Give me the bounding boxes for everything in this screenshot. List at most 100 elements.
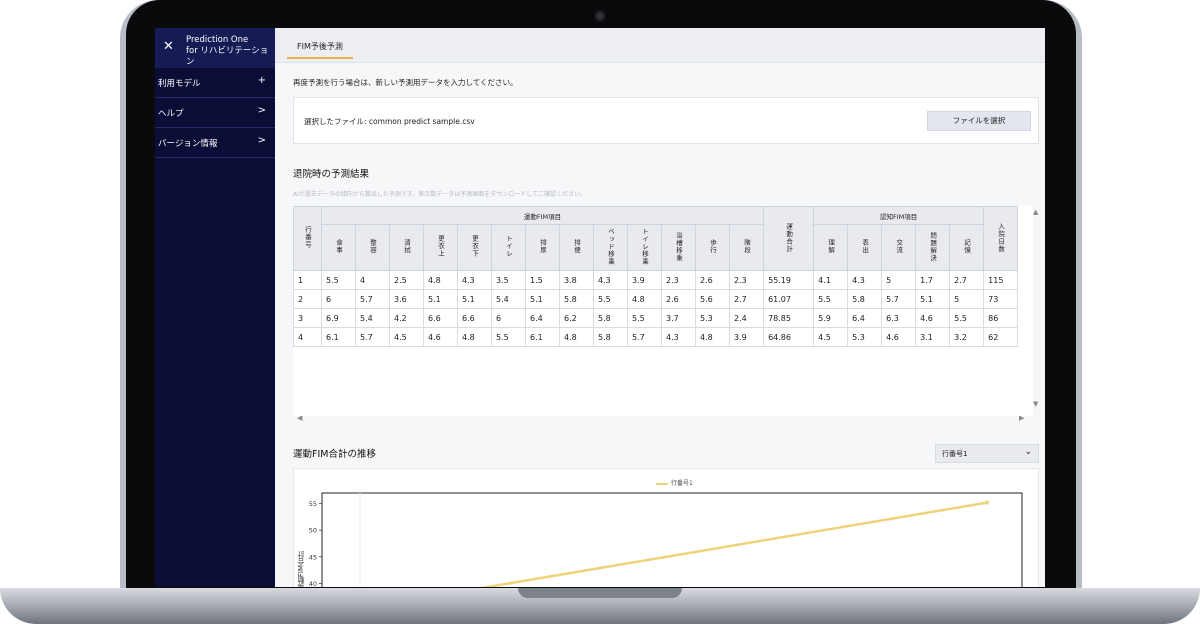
row-select-dropdown[interactable]: 行番号1 ⌄	[935, 444, 1039, 463]
header-motor-item-8: ベッド移乗	[593, 224, 628, 271]
chart-plot: 40 45 50 55	[309, 492, 1023, 587]
header-motor-item-9: トイレ移乗	[627, 224, 662, 271]
table-cell: 1.7	[915, 270, 951, 290]
table-cell: 5.5	[491, 327, 526, 347]
scroll-right-icon[interactable]: ▶	[1019, 414, 1024, 422]
chevron-right-icon: >	[257, 105, 266, 116]
table-cell: 115	[983, 270, 1019, 290]
trend-title: 運動FIM合計の推移	[293, 449, 376, 460]
table-cell: 4.3	[847, 270, 883, 290]
selected-file-prefix: 選択したファイル:	[304, 117, 369, 126]
table-cell: 6.6	[423, 308, 458, 328]
camera-icon	[596, 12, 604, 20]
scroll-down-icon[interactable]: ▼	[1033, 400, 1038, 408]
header-motor-item-3: 更衣上	[423, 224, 458, 271]
table-cell: 5.7	[627, 327, 662, 347]
table-cell: 5.5	[813, 289, 849, 309]
choose-file-button[interactable]: ファイルを選択	[927, 111, 1031, 131]
table-cell: 5.3	[847, 327, 883, 347]
scroll-up-icon[interactable]: ▲	[1033, 208, 1038, 216]
header-motor-item-11: 歩行	[695, 224, 730, 271]
row-select-value: 行番号1	[942, 450, 968, 458]
table-cell: 6.1	[525, 327, 560, 347]
table-row: 3 6.9 5.4 4.2 6.6 6.6 6 6.4 6.2 5.8 5.5 3.7 5.3 2.4 78…	[293, 308, 1019, 328]
series-point	[984, 500, 990, 505]
plot-frame	[321, 492, 1023, 587]
table-cell: 3.1	[915, 327, 951, 347]
table-cell: 5.7	[355, 327, 390, 347]
table-cell: 3	[293, 308, 322, 328]
sidebar-item-label: 利用モデル	[158, 79, 201, 89]
main-content: FIM予後予測 再度予測を行う場合は、新しい予測用データを入力してください。 選…	[275, 28, 1045, 587]
table-cell: 4	[355, 270, 390, 290]
table-cell: 5.8	[593, 327, 628, 347]
sidebar: ✕ Prediction One for リハビリテーション 利用モデル + ヘ…	[155, 28, 275, 587]
header-motor-group: 運動FIM項目	[320, 206, 765, 225]
header-cognitive-item-3: 問題解決	[915, 224, 951, 271]
header-motor-item-10: 浴槽移乗	[661, 224, 696, 271]
table-cell: 5.5	[593, 289, 628, 309]
chevron-down-icon: ⌄	[1024, 447, 1032, 457]
table-cell: 73	[983, 289, 1019, 309]
table-cell: 6.2	[559, 308, 594, 328]
table-cell: 55.19	[763, 270, 815, 290]
sidebar-item-help[interactable]: ヘルプ >	[155, 98, 275, 128]
sidebar-header: ✕ Prediction One for リハビリテーション	[155, 28, 275, 68]
header-motor-item-0: 食事	[321, 224, 356, 271]
header-cognitive-item-4: 記憶	[949, 224, 985, 271]
table-cell: 5.5	[627, 308, 662, 328]
trend-chart: 行番号1 運動FIM合計 40 45 50 55	[293, 468, 1039, 587]
table-cell: 5	[881, 270, 917, 290]
selected-file-name: common predict sample.csv	[368, 117, 475, 126]
table-cell: 5.8	[847, 289, 883, 309]
table-row: 4 6.1 5.7 4.5 4.6 4.8 5.5 6.1 4.8 5.8 5.7 4.3 4.8 3.9…	[293, 327, 1019, 347]
table-cell: 2	[293, 289, 322, 309]
app-title-line1: Prediction One	[186, 35, 249, 45]
table-cell: 5.7	[881, 289, 917, 309]
results-table-container[interactable]: 行番号 運動FIM項目 運動合計 認知FIM項目 入院日数 食事 整容 清拭 更衣上更…	[293, 206, 1033, 416]
results-title: 退院時の予測結果	[293, 169, 370, 180]
table-cell: 6	[321, 289, 356, 309]
header-cognitive-item-0: 理解	[813, 224, 849, 271]
file-panel: 選択したファイル: common predict sample.csv ファイル…	[293, 97, 1039, 144]
header-hospital-days: 入院日数	[983, 206, 1019, 271]
notice-text: 再度予測を行う場合は、新しい予測用データを入力してください。	[293, 78, 518, 87]
table-cell: 3.2	[949, 327, 985, 347]
table-cell: 6.9	[321, 308, 356, 328]
table-cell: 6.4	[525, 308, 560, 328]
table-row: 1 5.5 4 2.5 4.8 4.3 3.5 1.5 3.8 4.3 3.9 2.3 2.6 2.3 55…	[293, 270, 1019, 290]
laptop-base-notch	[518, 588, 682, 598]
sidebar-item-version[interactable]: バージョン情報 >	[155, 128, 275, 158]
sidebar-item-label: バージョン情報	[158, 139, 218, 149]
table-cell: 4	[293, 327, 322, 347]
y-tick-label: 55	[309, 500, 317, 508]
table-cell: 4.2	[389, 308, 424, 328]
header-motor-item-6: 排尿	[525, 224, 560, 271]
table-cell: 4.3	[661, 327, 696, 347]
table-cell: 4.8	[559, 327, 594, 347]
tab-fim-prediction[interactable]: FIM予後予測	[287, 38, 353, 59]
sidebar-item-models[interactable]: 利用モデル +	[155, 68, 275, 98]
table-cell: 5.9	[813, 308, 849, 328]
header-motor-item-2: 清拭	[389, 224, 424, 271]
table-cell: 5.1	[915, 289, 951, 309]
close-icon[interactable]: ✕	[163, 39, 174, 54]
table-cell: 61.07	[763, 289, 815, 309]
table-cell: 4.8	[457, 327, 492, 347]
tab-bar: FIM予後予測	[275, 28, 1045, 63]
table-cell: 5.1	[457, 289, 492, 309]
series-line	[480, 501, 989, 587]
table-cell: 64.86	[763, 327, 815, 347]
header-motor-item-4: 更衣下	[457, 224, 492, 271]
table-cell: 4.3	[457, 270, 492, 290]
table-cell: 2.3	[661, 270, 696, 290]
table-cell: 6.3	[881, 308, 917, 328]
table-cell: 5.7	[355, 289, 390, 309]
table-cell: 1.5	[525, 270, 560, 290]
scroll-left-icon[interactable]: ◀	[297, 414, 302, 422]
table-cell: 4.6	[881, 327, 917, 347]
table-cell: 2.7	[949, 270, 985, 290]
table-cell: 5.4	[491, 289, 526, 309]
header-motor-item-1: 整容	[355, 224, 390, 271]
table-cell: 2.5	[389, 270, 424, 290]
